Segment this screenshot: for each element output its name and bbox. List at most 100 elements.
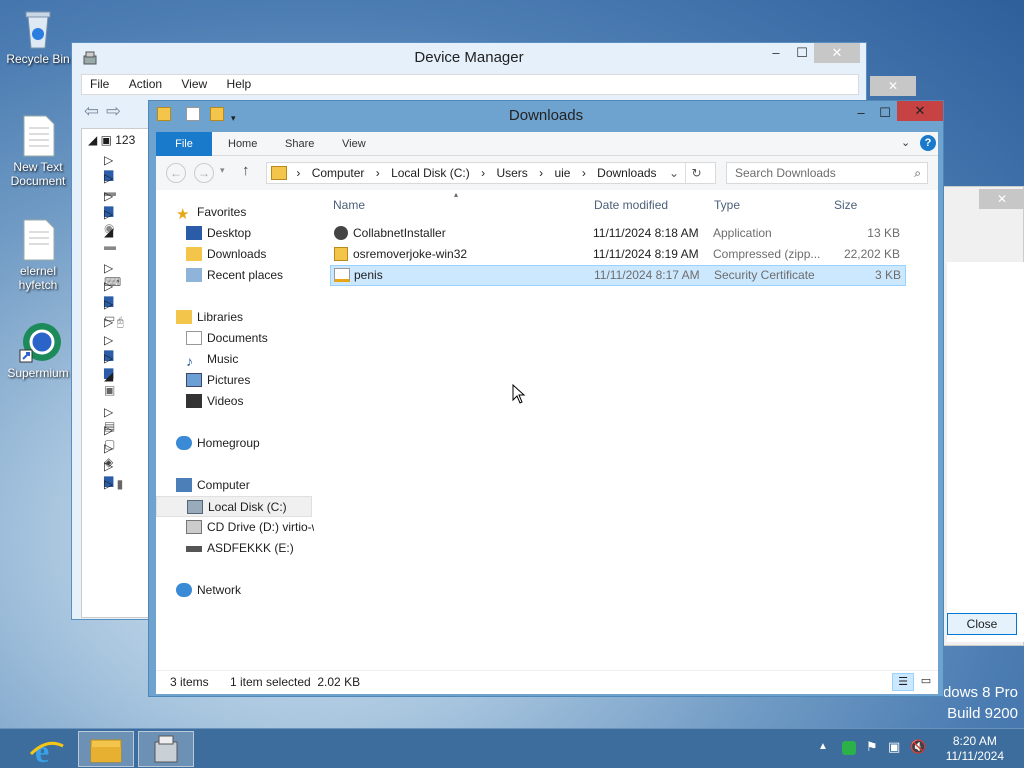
- file-row-selected[interactable]: penis 11/11/2024 8:17 AM Security Certif…: [330, 265, 906, 286]
- help-icon[interactable]: ?: [920, 135, 936, 151]
- nav-libraries[interactable]: Libraries: [176, 307, 243, 328]
- background-window-close-button[interactable]: ✕: [870, 76, 916, 96]
- nav-videos[interactable]: Videos: [186, 391, 243, 412]
- show-hidden-icons[interactable]: ▲: [818, 741, 828, 752]
- close-button[interactable]: ✕: [897, 101, 943, 121]
- new-folder-icon[interactable]: [186, 107, 201, 121]
- nav-favorites[interactable]: ★ Favorites: [176, 202, 246, 223]
- tab-file[interactable]: File: [156, 132, 212, 156]
- address-dropdown-icon[interactable]: ⌄: [669, 163, 679, 183]
- nav-asdfekkk[interactable]: ASDFEKKK (E:): [186, 538, 294, 559]
- network-status-icon[interactable]: ▣: [888, 739, 900, 755]
- maximize-button[interactable]: ☐: [871, 103, 899, 123]
- breadcrumb-users[interactable]: Users: [496, 166, 527, 180]
- large-icons-view-icon[interactable]: ▭: [916, 673, 936, 691]
- tab-view[interactable]: View: [330, 132, 378, 156]
- address-bar[interactable]: › Computer › Local Disk (C:) › Users › u…: [266, 162, 716, 184]
- device-category[interactable]: ▷ ▭: [104, 297, 124, 325]
- nav-local-disk[interactable]: Local Disk (C:): [156, 496, 312, 517]
- nav-pictures[interactable]: Pictures: [186, 370, 250, 391]
- breadcrumb-computer[interactable]: Computer: [312, 166, 365, 180]
- file-date: 11/11/2024 8:18 AM: [593, 226, 699, 240]
- search-placeholder: Search Downloads: [735, 166, 836, 180]
- system-tray: ▲ ⚑ ▣ 🔇 8:20 AM 11/11/2024: [804, 729, 1024, 768]
- file-explorer-button[interactable]: [78, 731, 134, 767]
- menu-action[interactable]: Action: [121, 75, 170, 94]
- refresh-icon[interactable]: ↻: [685, 163, 707, 183]
- device-category[interactable]: ▷ ▆: [104, 333, 124, 361]
- device-category[interactable]: ▷ ⌨: [104, 261, 124, 289]
- device-category[interactable]: ◢ ▬: [104, 225, 124, 253]
- homegroup-icon: [176, 436, 192, 450]
- device-category[interactable]: ▷ ▮: [104, 477, 124, 491]
- music-icon: ♪: [186, 353, 193, 369]
- clock[interactable]: 8:20 AM 11/11/2024: [946, 734, 1004, 764]
- nav-recent-places[interactable]: Recent places: [186, 265, 283, 286]
- details-view-icon[interactable]: ☰: [892, 673, 914, 691]
- forward-button[interactable]: →: [194, 163, 214, 183]
- volume-muted-icon[interactable]: 🔇: [910, 739, 926, 755]
- device-category[interactable]: ▷ ▆: [104, 189, 124, 217]
- device-category[interactable]: ▷ ▆: [104, 459, 124, 487]
- device-manager-taskbar-button[interactable]: [138, 731, 194, 767]
- nav-downloads[interactable]: Downloads: [186, 244, 266, 265]
- device-category[interactable]: ▷ ◉: [104, 207, 124, 235]
- close-button[interactable]: ✕: [814, 43, 860, 63]
- menu-help[interactable]: Help: [219, 75, 260, 94]
- device-category[interactable]: ▷ ▢: [104, 423, 124, 451]
- search-input[interactable]: Search Downloads ⌕: [726, 162, 928, 184]
- nav-computer[interactable]: Computer: [176, 475, 250, 496]
- column-size[interactable]: Size: [834, 198, 857, 212]
- desktop-icon-elernel-hyfetch[interactable]: elernel hyfetch: [3, 218, 73, 292]
- device-category[interactable]: ▷ ▬: [104, 171, 124, 199]
- device-category[interactable]: ▷ ◈: [104, 441, 124, 469]
- properties-icon[interactable]: [157, 107, 171, 121]
- back-button[interactable]: ←: [166, 163, 186, 183]
- expand-ribbon-icon[interactable]: ⌄: [901, 136, 910, 149]
- menu-file[interactable]: File: [82, 75, 117, 94]
- desktop-icon-recycle-bin[interactable]: Recycle Bin: [3, 6, 73, 66]
- breadcrumb-uie[interactable]: uie: [554, 166, 570, 180]
- forward-arrow-icon[interactable]: ⇨: [106, 101, 121, 122]
- breadcrumb-downloads[interactable]: Downloads: [597, 166, 656, 180]
- internet-explorer-button[interactable]: e: [18, 731, 74, 768]
- desktop-icon-supermium[interactable]: Supermium: [3, 320, 73, 380]
- back-arrow-icon[interactable]: ⇦: [84, 101, 99, 122]
- minimize-button[interactable]: –: [762, 43, 790, 63]
- nav-cd-drive[interactable]: CD Drive (D:) virtio-w: [186, 517, 314, 538]
- dialog-close-button[interactable]: Close: [947, 613, 1017, 635]
- tab-share[interactable]: Share: [273, 132, 326, 156]
- nav-music[interactable]: ♪ Music: [186, 349, 238, 370]
- recent-locations-icon[interactable]: ▾: [220, 165, 225, 176]
- dialog-close-icon[interactable]: ✕: [979, 189, 1024, 209]
- file-row[interactable]: CollabnetInstaller 11/11/2024 8:18 AM Ap…: [331, 223, 905, 244]
- up-button[interactable]: ↑: [242, 162, 250, 179]
- column-type[interactable]: Type: [714, 198, 740, 212]
- menu-view[interactable]: View: [173, 75, 215, 94]
- nav-documents[interactable]: Documents: [186, 328, 268, 349]
- maximize-button[interactable]: ☐: [788, 43, 816, 63]
- navigation-pane: ★ Favorites Desktop Downloads Recent plac…: [156, 190, 316, 670]
- desktop-icon-new-text-document[interactable]: New Text Document: [3, 114, 73, 188]
- device-category[interactable]: ▷ ▆: [104, 153, 124, 181]
- action-center-icon[interactable]: [842, 741, 856, 755]
- device-category[interactable]: ▷ 🖰: [104, 315, 124, 329]
- column-date-modified[interactable]: Date modified: [594, 198, 668, 212]
- device-category[interactable]: ▷ ▆: [104, 279, 124, 307]
- watermark-line-1: dows 8 Pro: [942, 684, 1018, 701]
- nav-homegroup[interactable]: Homegroup: [176, 433, 260, 454]
- device-category[interactable]: ▷ ▆: [104, 351, 124, 379]
- tree-root[interactable]: ◢ ▣ 123: [88, 133, 135, 147]
- breadcrumb-local-disk[interactable]: Local Disk (C:): [391, 166, 470, 180]
- device-category[interactable]: ◢ ▣: [104, 369, 124, 397]
- column-name[interactable]: Name: [333, 198, 365, 212]
- folder-icon[interactable]: [209, 107, 224, 121]
- device-category[interactable]: ▷ ▤: [104, 405, 124, 433]
- tab-home[interactable]: Home: [216, 132, 269, 156]
- flag-icon[interactable]: ⚑: [866, 739, 878, 755]
- libraries-icon: [176, 310, 192, 324]
- chevron-down-icon[interactable]: ▾: [231, 113, 236, 123]
- nav-desktop[interactable]: Desktop: [186, 223, 251, 244]
- nav-network[interactable]: Network: [176, 580, 241, 601]
- file-row[interactable]: osremoverjoke-win32 11/11/2024 8:19 AM C…: [331, 244, 905, 265]
